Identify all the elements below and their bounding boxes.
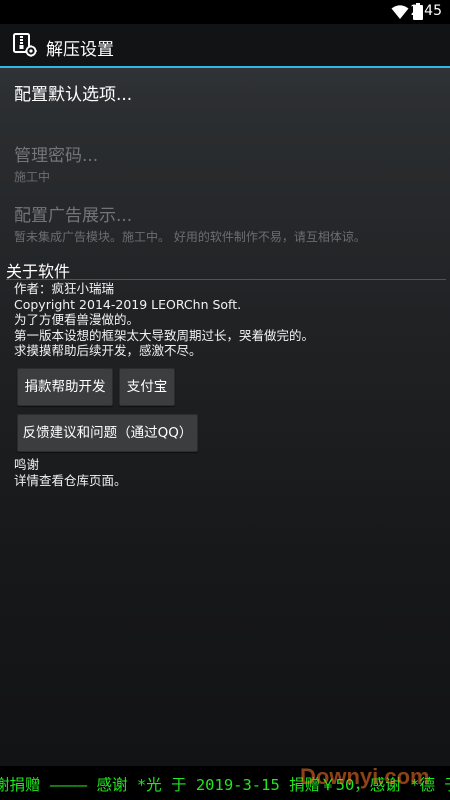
- author-line: 作者：疯狂小瑞瑞: [14, 281, 115, 296]
- pref-manage-password[interactable]: 管理密码... 施工中: [14, 145, 434, 185]
- watermark-logo: Downyi.com: [300, 764, 430, 789]
- donate-button[interactable]: 捐款帮助开发: [17, 368, 113, 406]
- about-info: 作者：疯狂小瑞瑞 Copyright 2014-2019 LEORChn Sof…: [14, 281, 314, 359]
- page-title: 解压设置: [46, 40, 114, 60]
- zip-settings-icon[interactable]: [12, 32, 38, 58]
- wifi-icon: [391, 5, 409, 19]
- support-line: 求摸摸帮助后续开发，感激不尽。: [14, 343, 202, 358]
- status-bar: 2:45: [0, 0, 450, 24]
- copyright-line: Copyright 2014-2019 LEORChn Soft.: [14, 296, 242, 312]
- alipay-button[interactable]: 支付宝: [119, 368, 175, 406]
- feedback-qq-button[interactable]: 反馈建议和问题（通过QQ）: [17, 414, 198, 452]
- pref-default-options-title: 配置默认选项...: [14, 85, 133, 105]
- pref-manage-password-summary: 施工中: [14, 170, 51, 184]
- pref-manage-password-title: 管理密码...: [14, 146, 99, 166]
- thanks-info: 鸣谢 详情查看仓库页面。: [14, 457, 127, 488]
- pref-default-options[interactable]: 配置默认选项...: [14, 84, 434, 106]
- pref-ad-display-summary: 暂未集成广告模块。施工中。 好用的软件制作不易，请互相体谅。: [14, 230, 366, 244]
- pref-ad-display-title: 配置广告展示...: [14, 206, 133, 226]
- history-line: 第一版本设想的框架太大导致周期过长，哭着做完的。: [14, 327, 315, 343]
- clock: 2:45: [410, 3, 442, 19]
- action-bar: 解压设置: [0, 24, 450, 66]
- thanks-detail: 详情查看仓库页面。: [14, 472, 127, 488]
- action-bar-divider: [0, 66, 450, 68]
- section-divider: [6, 279, 446, 280]
- pref-ad-display[interactable]: 配置广告展示... 暂未集成广告模块。施工中。 好用的软件制作不易，请互相体谅。: [14, 205, 434, 245]
- purpose-line: 为了方便看兽漫做的。: [14, 312, 140, 327]
- thanks-title: 鸣谢: [14, 457, 40, 472]
